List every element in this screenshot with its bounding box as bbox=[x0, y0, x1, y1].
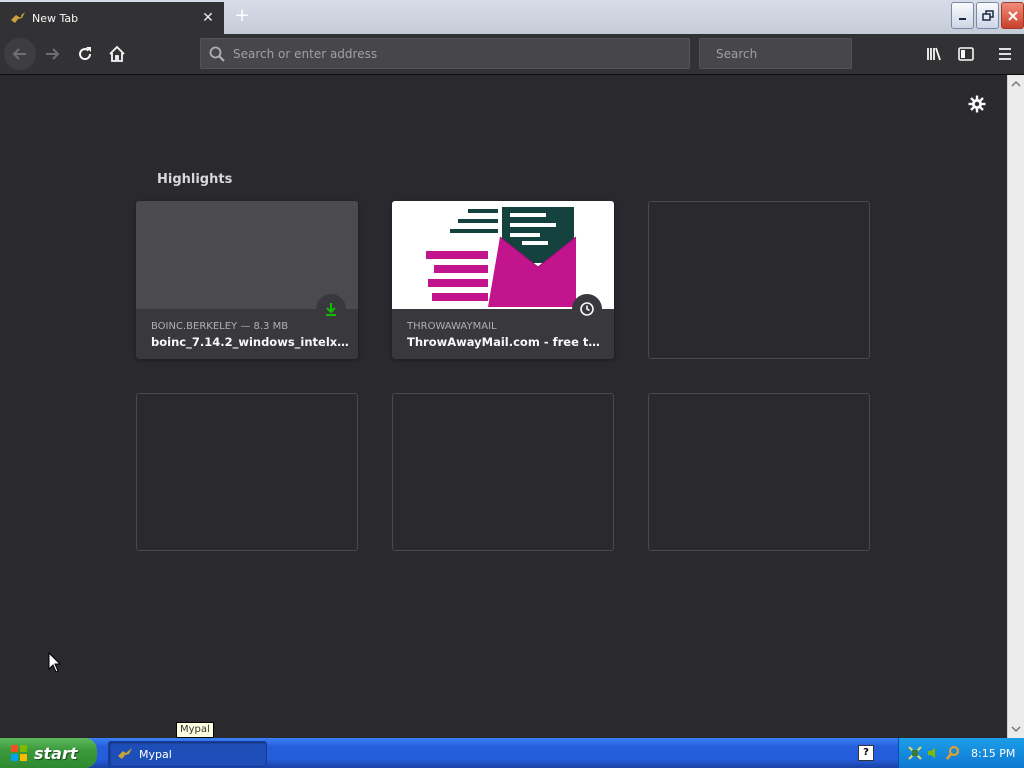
minimize-button[interactable] bbox=[951, 2, 974, 29]
search-bar[interactable] bbox=[699, 38, 868, 69]
empty-highlight-slot bbox=[648, 201, 870, 359]
card-title: ThrowAwayMail.com - free tem... bbox=[407, 335, 607, 349]
mypal-logo-icon bbox=[11, 12, 25, 23]
reload-icon bbox=[79, 47, 92, 61]
gear-icon[interactable] bbox=[968, 95, 986, 113]
download-badge bbox=[316, 294, 346, 324]
back-button[interactable] bbox=[4, 38, 36, 70]
throwawaymail-thumbnail bbox=[392, 201, 614, 309]
start-label: start bbox=[34, 743, 78, 763]
clock: 8:15 PM bbox=[971, 746, 1016, 760]
home-button[interactable] bbox=[101, 38, 133, 70]
nav-toolbar bbox=[0, 34, 1024, 75]
library-icon bbox=[927, 47, 941, 61]
new-tab-button[interactable]: + bbox=[232, 5, 252, 27]
forward-arrow-icon bbox=[46, 48, 60, 60]
clock-icon bbox=[580, 302, 594, 316]
card-meta: THROWAWAYMAIL bbox=[407, 321, 497, 332]
highlight-card[interactable]: THROWAWAYMAIL ThrowAwayMail.com - free t… bbox=[392, 201, 614, 359]
address-input[interactable] bbox=[231, 45, 689, 62]
scroll-down-icon[interactable] bbox=[1011, 724, 1021, 734]
network-icon[interactable] bbox=[907, 745, 923, 761]
card-meta: BOINC.BERKELEY — 8.3 MB bbox=[151, 321, 289, 332]
mypal-logo-icon bbox=[118, 748, 132, 759]
card-thumbnail bbox=[136, 201, 358, 309]
tab-title: New Tab bbox=[32, 11, 79, 25]
search-icon bbox=[209, 46, 225, 62]
forward-button[interactable] bbox=[36, 38, 68, 70]
empty-highlight-slot bbox=[392, 393, 614, 551]
vertical-scrollbar[interactable] bbox=[1007, 75, 1024, 738]
highlight-card[interactable]: BOINC.BERKELEY — 8.3 MB boinc_7.14.2_win… bbox=[136, 201, 358, 359]
magnifier-icon[interactable] bbox=[945, 745, 961, 761]
close-window-button[interactable] bbox=[1001, 2, 1024, 29]
taskbar-tooltip: Mypal bbox=[176, 722, 214, 738]
taskbar-item-mypal[interactable]: Mypal bbox=[108, 741, 267, 767]
minimize-icon bbox=[958, 17, 966, 20]
tab-close-icon[interactable]: ✕ bbox=[198, 10, 218, 26]
volume-icon[interactable] bbox=[926, 745, 942, 761]
system-tray: 8:15 PM bbox=[898, 738, 1024, 768]
empty-highlight-slot bbox=[136, 393, 358, 551]
reload-button[interactable] bbox=[69, 38, 101, 70]
taskbar-item-label: Mypal bbox=[139, 747, 172, 761]
empty-highlight-slot bbox=[648, 393, 870, 551]
tab-strip: New Tab ✕ + bbox=[0, 0, 1024, 34]
restore-button[interactable] bbox=[976, 2, 999, 29]
restore-icon bbox=[981, 9, 994, 21]
window-controls bbox=[951, 2, 1024, 29]
close-icon bbox=[1007, 10, 1018, 21]
library-button[interactable] bbox=[918, 38, 950, 70]
help-icon[interactable]: ? bbox=[858, 745, 874, 761]
address-bar[interactable] bbox=[200, 38, 690, 69]
highlights-heading: Highlights bbox=[157, 172, 233, 187]
history-badge bbox=[572, 294, 602, 324]
tab-new-tab[interactable]: New Tab ✕ bbox=[0, 2, 224, 34]
start-button[interactable]: start bbox=[0, 738, 97, 768]
scroll-up-icon[interactable] bbox=[1011, 79, 1021, 89]
home-icon bbox=[109, 45, 125, 62]
mouse-cursor-icon bbox=[48, 652, 62, 673]
hamburger-menu-icon bbox=[999, 48, 1011, 60]
search-input[interactable] bbox=[714, 45, 868, 62]
menu-button[interactable] bbox=[989, 38, 1021, 70]
sidebar-icon bbox=[958, 47, 974, 61]
windows-flag-icon bbox=[11, 745, 27, 761]
windows-taskbar: start Mypal ? 8:15 PM bbox=[0, 738, 1024, 768]
sidebar-button[interactable] bbox=[950, 38, 982, 70]
back-arrow-icon bbox=[12, 48, 26, 60]
card-title: boinc_7.14.2_windows_intelx8... bbox=[151, 335, 351, 349]
download-icon bbox=[326, 303, 336, 316]
